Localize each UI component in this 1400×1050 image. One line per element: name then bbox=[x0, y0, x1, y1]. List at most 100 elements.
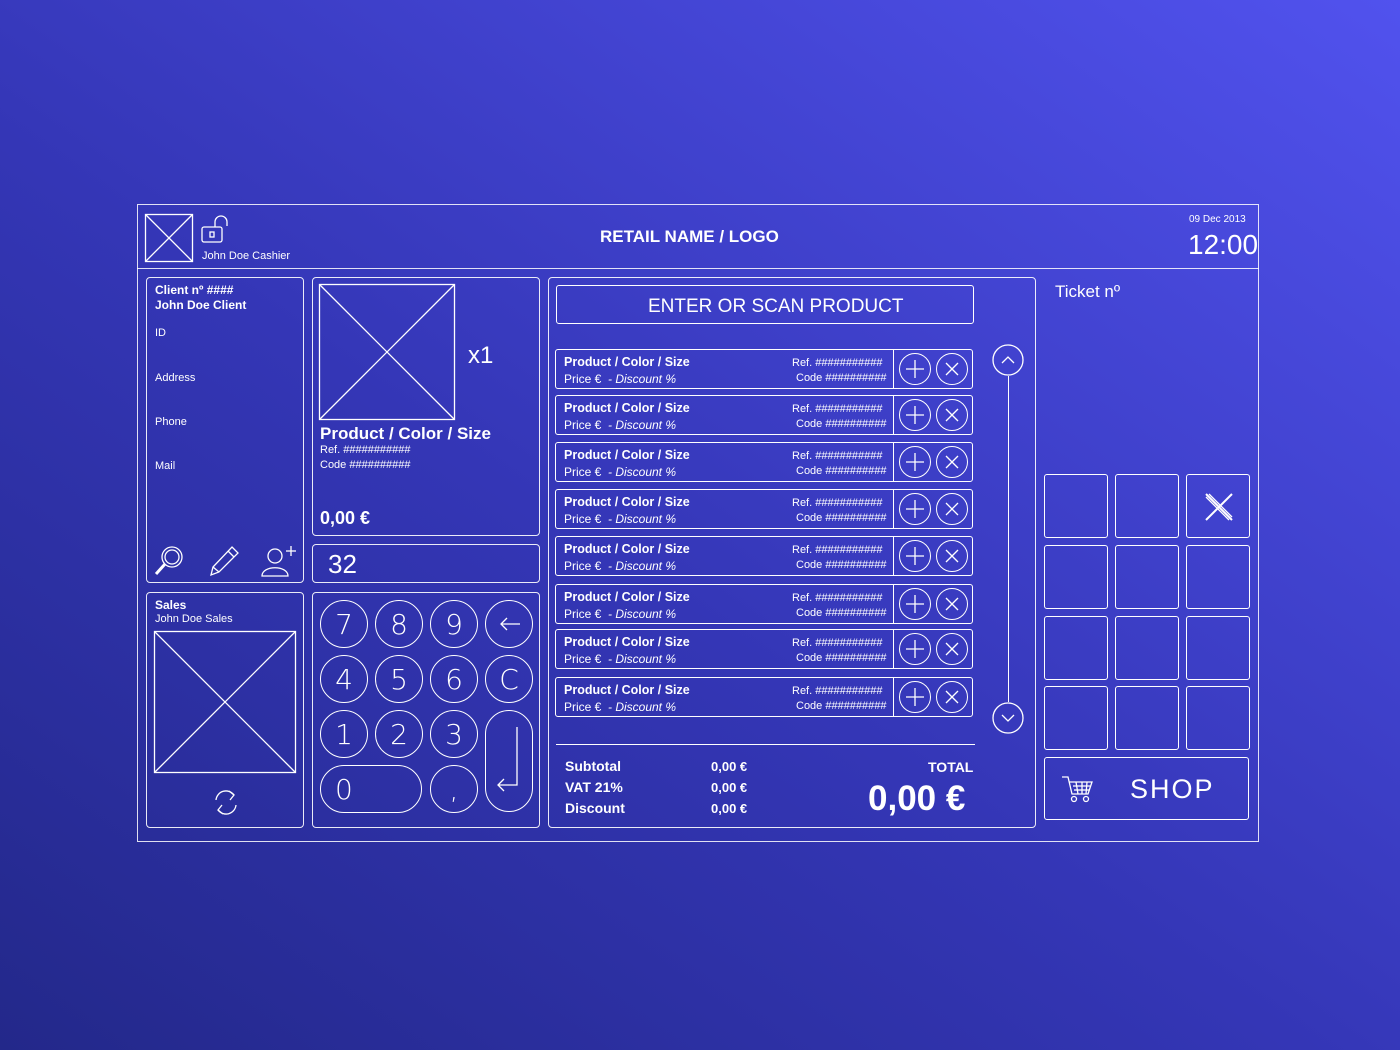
unlock-icon[interactable] bbox=[201, 214, 233, 246]
sales-photo-placeholder-icon bbox=[153, 630, 297, 774]
quick-key[interactable] bbox=[1115, 474, 1179, 538]
row-discount: - Discount % bbox=[608, 465, 677, 479]
row-product-name: Product / Color / Size bbox=[564, 448, 690, 462]
row-add-button[interactable] bbox=[899, 493, 931, 525]
key-7[interactable]: 7 bbox=[320, 600, 368, 648]
key-5[interactable]: 5 bbox=[375, 655, 423, 703]
row-discount: - Discount % bbox=[608, 559, 677, 573]
row-ref: Ref. ########### bbox=[792, 403, 883, 415]
row-divider bbox=[893, 537, 894, 575]
key-1[interactable]: 1 bbox=[320, 710, 368, 758]
plus-icon bbox=[906, 640, 924, 658]
row-price: Price € bbox=[564, 607, 602, 621]
product-list-panel: ENTER OR SCAN PRODUCT Product / Color / … bbox=[548, 277, 1036, 828]
row-ref: Ref. ########### bbox=[792, 544, 883, 556]
row-remove-button[interactable] bbox=[936, 681, 968, 713]
client-address-label: Address bbox=[155, 372, 196, 384]
backspace-button[interactable] bbox=[485, 600, 533, 648]
close-icon bbox=[945, 502, 959, 516]
row-add-button[interactable] bbox=[899, 399, 931, 431]
quick-key[interactable] bbox=[1115, 686, 1179, 750]
row-remove-button[interactable] bbox=[936, 446, 968, 478]
close-icon bbox=[1205, 493, 1233, 521]
quick-key[interactable] bbox=[1044, 545, 1108, 609]
quick-key[interactable] bbox=[1186, 616, 1250, 680]
row-add-button[interactable] bbox=[899, 540, 931, 572]
row-add-button[interactable] bbox=[899, 588, 931, 620]
key-2[interactable]: 2 bbox=[375, 710, 423, 758]
key-8[interactable]: 8 bbox=[375, 600, 423, 648]
row-remove-button[interactable] bbox=[936, 399, 968, 431]
row-divider bbox=[893, 678, 894, 716]
close-icon bbox=[945, 690, 959, 704]
key-6[interactable]: 6 bbox=[430, 655, 478, 703]
ticket-label: Ticket nº bbox=[1055, 282, 1121, 301]
chevron-down-icon[interactable] bbox=[992, 702, 1024, 734]
sales-title: Sales bbox=[155, 598, 187, 612]
quick-key[interactable] bbox=[1044, 616, 1108, 680]
row-divider bbox=[893, 350, 894, 388]
quick-key[interactable] bbox=[1044, 474, 1108, 538]
shop-button[interactable]: SHOP bbox=[1044, 757, 1249, 820]
enter-icon bbox=[497, 727, 518, 792]
plus-icon bbox=[906, 360, 924, 378]
row-add-button[interactable] bbox=[899, 446, 931, 478]
row-product-name: Product / Color / Size bbox=[564, 635, 690, 649]
row-remove-button[interactable] bbox=[936, 493, 968, 525]
product-title: Product / Color / Size bbox=[320, 424, 491, 443]
row-remove-button[interactable] bbox=[936, 540, 968, 572]
product-row[interactable]: Product / Color / Size Price € - Discount … bbox=[555, 489, 973, 529]
quick-key[interactable] bbox=[1115, 545, 1179, 609]
quick-key[interactable] bbox=[1044, 686, 1108, 750]
row-ref: Ref. ########### bbox=[792, 637, 883, 649]
clear-button[interactable]: C bbox=[485, 655, 533, 703]
quick-key[interactable] bbox=[1186, 545, 1250, 609]
chevron-up-icon[interactable] bbox=[992, 344, 1024, 376]
quick-key[interactable] bbox=[1186, 686, 1250, 750]
plus-icon bbox=[906, 406, 924, 424]
refresh-icon[interactable] bbox=[212, 788, 240, 818]
plus-icon bbox=[906, 688, 924, 706]
row-price: Price € bbox=[564, 418, 602, 432]
cancel-button[interactable] bbox=[1186, 474, 1250, 538]
product-price: 0,00 € bbox=[320, 508, 371, 528]
product-row[interactable]: Product / Color / Size Price € - Discount … bbox=[555, 629, 973, 669]
key-comma[interactable]: , bbox=[430, 765, 478, 813]
quick-key[interactable] bbox=[1115, 616, 1179, 680]
edit-icon[interactable] bbox=[208, 545, 240, 577]
sales-person: John Doe Sales bbox=[155, 613, 233, 625]
row-divider bbox=[893, 396, 894, 434]
key-4[interactable]: 4 bbox=[320, 655, 368, 703]
client-mail-label: Mail bbox=[155, 460, 176, 472]
key-3[interactable]: 3 bbox=[430, 710, 478, 758]
scroll-track[interactable] bbox=[1008, 376, 1009, 702]
search-icon[interactable] bbox=[153, 545, 185, 577]
client-number: Client nº #### bbox=[155, 283, 234, 297]
key-0[interactable]: 0 bbox=[320, 765, 422, 813]
product-row[interactable]: Product / Color / Size Price € - Discount … bbox=[555, 584, 973, 624]
row-remove-button[interactable] bbox=[936, 353, 968, 385]
add-user-icon[interactable] bbox=[260, 545, 298, 577]
totals-divider bbox=[556, 744, 975, 745]
enter-button[interactable] bbox=[485, 710, 533, 812]
product-row[interactable]: Product / Color / Size Price € - Discount … bbox=[555, 536, 973, 576]
row-add-button[interactable] bbox=[899, 633, 931, 665]
row-remove-button[interactable] bbox=[936, 633, 968, 665]
row-product-name: Product / Color / Size bbox=[564, 401, 690, 415]
client-id-label: ID bbox=[155, 327, 166, 339]
row-code: Code ########## bbox=[796, 465, 887, 477]
row-remove-button[interactable] bbox=[936, 588, 968, 620]
key-9[interactable]: 9 bbox=[430, 600, 478, 648]
client-phone-label: Phone bbox=[155, 416, 187, 428]
product-row[interactable]: Product / Color / Size Price € - Discount … bbox=[555, 442, 973, 482]
row-add-button[interactable] bbox=[899, 681, 931, 713]
row-discount: - Discount % bbox=[608, 512, 677, 526]
product-row[interactable]: Product / Color / Size Price € - Discount … bbox=[555, 677, 973, 717]
product-row[interactable]: Product / Color / Size Price € - Discount … bbox=[555, 395, 973, 435]
row-ref: Ref. ########### bbox=[792, 450, 883, 462]
row-product-name: Product / Color / Size bbox=[564, 542, 690, 556]
row-add-button[interactable] bbox=[899, 353, 931, 385]
plus-icon bbox=[906, 547, 924, 565]
row-product-name: Product / Color / Size bbox=[564, 355, 690, 369]
product-row[interactable]: Product / Color / Size Price € - Discount … bbox=[555, 349, 973, 389]
